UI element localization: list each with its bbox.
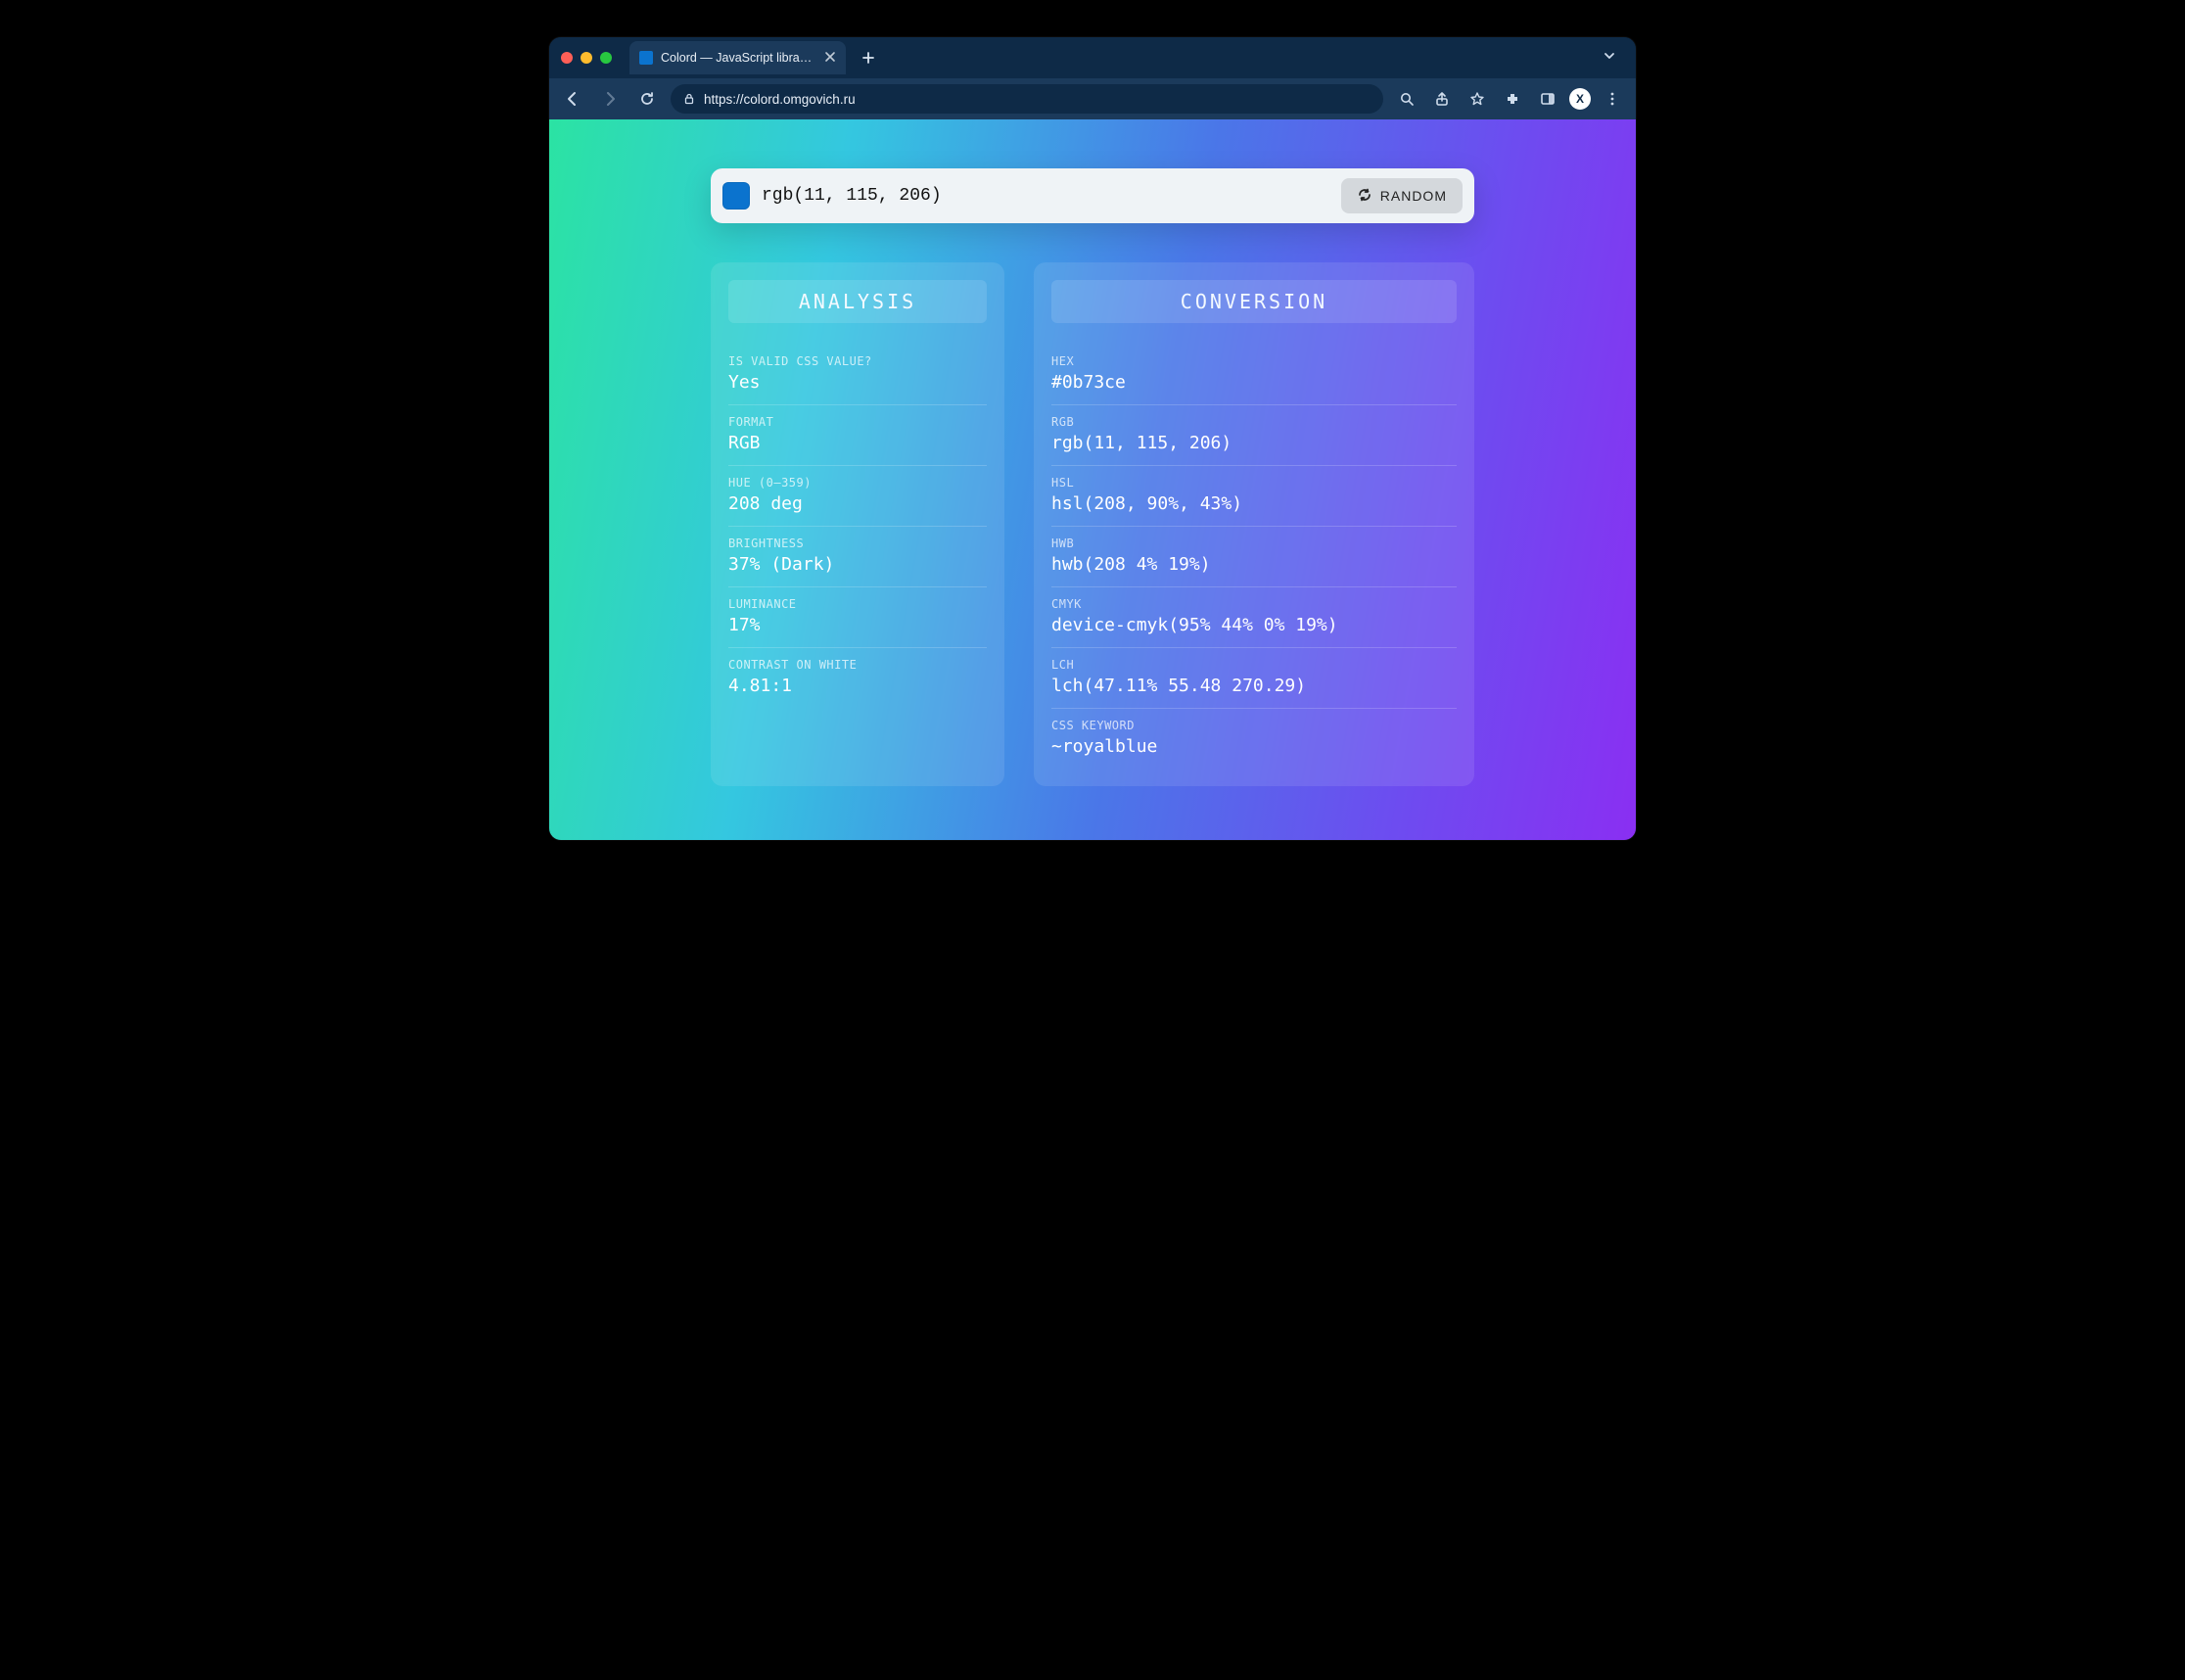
color-swatch[interactable]: [722, 182, 750, 210]
random-button-label: RANDOM: [1380, 188, 1447, 204]
row-value[interactable]: ~royalblue: [1051, 736, 1457, 757]
nav-reload-button[interactable]: [633, 85, 661, 113]
row-label: HWB: [1051, 537, 1457, 550]
data-row: HUE (0–359) 208 deg: [728, 466, 987, 527]
row-value[interactable]: 4.81:1: [728, 676, 987, 696]
tab-title: Colord — JavaScript library for: [661, 51, 813, 65]
random-button[interactable]: RANDOM: [1341, 178, 1463, 213]
conversion-heading: CONVERSION: [1051, 280, 1457, 323]
row-value[interactable]: 17%: [728, 615, 987, 635]
data-row: CMYK device-cmyk(95% 44% 0% 19%): [1051, 587, 1457, 648]
data-row: CONTRAST ON WHITE 4.81:1: [728, 648, 987, 708]
profile-avatar[interactable]: X: [1569, 88, 1591, 110]
row-value[interactable]: hsl(208, 90%, 43%): [1051, 493, 1457, 514]
data-row: LCH lch(47.11% 55.48 270.29): [1051, 648, 1457, 709]
conversion-rows: HEX #0b73ce RGB rgb(11, 115, 206) HSL hsl(208…: [1051, 345, 1457, 769]
data-row: LUMINANCE 17%: [728, 587, 987, 648]
color-input[interactable]: [762, 186, 1329, 206]
row-label: IS VALID CSS VALUE?: [728, 354, 987, 368]
tabs-dropdown-button[interactable]: [1595, 45, 1624, 71]
row-value[interactable]: device-cmyk(95% 44% 0% 19%): [1051, 615, 1457, 635]
browser-tab[interactable]: Colord — JavaScript library for: [629, 41, 846, 74]
row-value[interactable]: hwb(208 4% 19%): [1051, 554, 1457, 575]
zoom-icon[interactable]: [1393, 85, 1420, 113]
row-value[interactable]: 208 deg: [728, 493, 987, 514]
row-label: RGB: [1051, 415, 1457, 429]
analysis-panel: ANALYSIS IS VALID CSS VALUE? Yes FORMAT RGB…: [711, 262, 1004, 786]
bookmark-star-icon[interactable]: [1464, 85, 1491, 113]
tab-close-icon[interactable]: [824, 51, 836, 66]
row-label: BRIGHTNESS: [728, 537, 987, 550]
analysis-heading: ANALYSIS: [728, 280, 987, 323]
window-close-button[interactable]: [561, 52, 573, 64]
share-icon[interactable]: [1428, 85, 1456, 113]
tab-favicon: [639, 51, 653, 65]
browser-window: Colord — JavaScript library for https: [549, 37, 1636, 840]
row-label: HUE (0–359): [728, 476, 987, 490]
data-row: FORMAT RGB: [728, 405, 987, 466]
row-label: CONTRAST ON WHITE: [728, 658, 987, 672]
extensions-icon[interactable]: [1499, 85, 1526, 113]
data-row: HEX #0b73ce: [1051, 345, 1457, 405]
window-controls: [561, 52, 612, 64]
row-label: LUMINANCE: [728, 597, 987, 611]
row-value[interactable]: rgb(11, 115, 206): [1051, 433, 1457, 453]
conversion-panel: CONVERSION HEX #0b73ce RGB rgb(11, 115, 206…: [1034, 262, 1474, 786]
row-value[interactable]: #0b73ce: [1051, 372, 1457, 393]
page-scroll[interactable]: RANDOM ANALYSIS IS VALID CSS VALUE? Yes FO…: [549, 119, 1636, 840]
data-row: CSS KEYWORD ~royalblue: [1051, 709, 1457, 769]
omnibox-url: https://colord.omgovich.ru: [704, 92, 856, 107]
data-row: HSL hsl(208, 90%, 43%): [1051, 466, 1457, 527]
data-row: IS VALID CSS VALUE? Yes: [728, 345, 987, 405]
row-value[interactable]: RGB: [728, 433, 987, 453]
row-value[interactable]: 37% (Dark): [728, 554, 987, 575]
avatar-letter: X: [1576, 92, 1584, 106]
row-value[interactable]: Yes: [728, 372, 987, 393]
data-row: HWB hwb(208 4% 19%): [1051, 527, 1457, 587]
omnibox[interactable]: https://colord.omgovich.ru: [671, 84, 1383, 114]
row-label: HEX: [1051, 354, 1457, 368]
window-minimize-button[interactable]: [581, 52, 592, 64]
color-input-card: RANDOM: [711, 168, 1474, 223]
data-row: RGB rgb(11, 115, 206): [1051, 405, 1457, 466]
row-value[interactable]: lch(47.11% 55.48 270.29): [1051, 676, 1457, 696]
refresh-icon: [1357, 187, 1372, 206]
analysis-rows: IS VALID CSS VALUE? Yes FORMAT RGB HUE (0–35…: [728, 345, 987, 708]
nav-forward-button[interactable]: [596, 85, 624, 113]
address-bar: https://colord.omgovich.ru X: [549, 78, 1636, 119]
row-label: CSS KEYWORD: [1051, 719, 1457, 732]
lock-icon: [682, 92, 696, 106]
row-label: LCH: [1051, 658, 1457, 672]
row-label: HSL: [1051, 476, 1457, 490]
new-tab-button[interactable]: [856, 45, 881, 70]
sidepanel-icon[interactable]: [1534, 85, 1561, 113]
toolbar-right: X: [1393, 85, 1626, 113]
nav-back-button[interactable]: [559, 85, 586, 113]
row-label: CMYK: [1051, 597, 1457, 611]
data-row: BRIGHTNESS 37% (Dark): [728, 527, 987, 587]
tab-bar: Colord — JavaScript library for: [549, 37, 1636, 78]
overflow-menu-icon[interactable]: [1599, 85, 1626, 113]
viewport: RANDOM ANALYSIS IS VALID CSS VALUE? Yes FO…: [549, 119, 1636, 840]
row-label: FORMAT: [728, 415, 987, 429]
window-fullscreen-button[interactable]: [600, 52, 612, 64]
